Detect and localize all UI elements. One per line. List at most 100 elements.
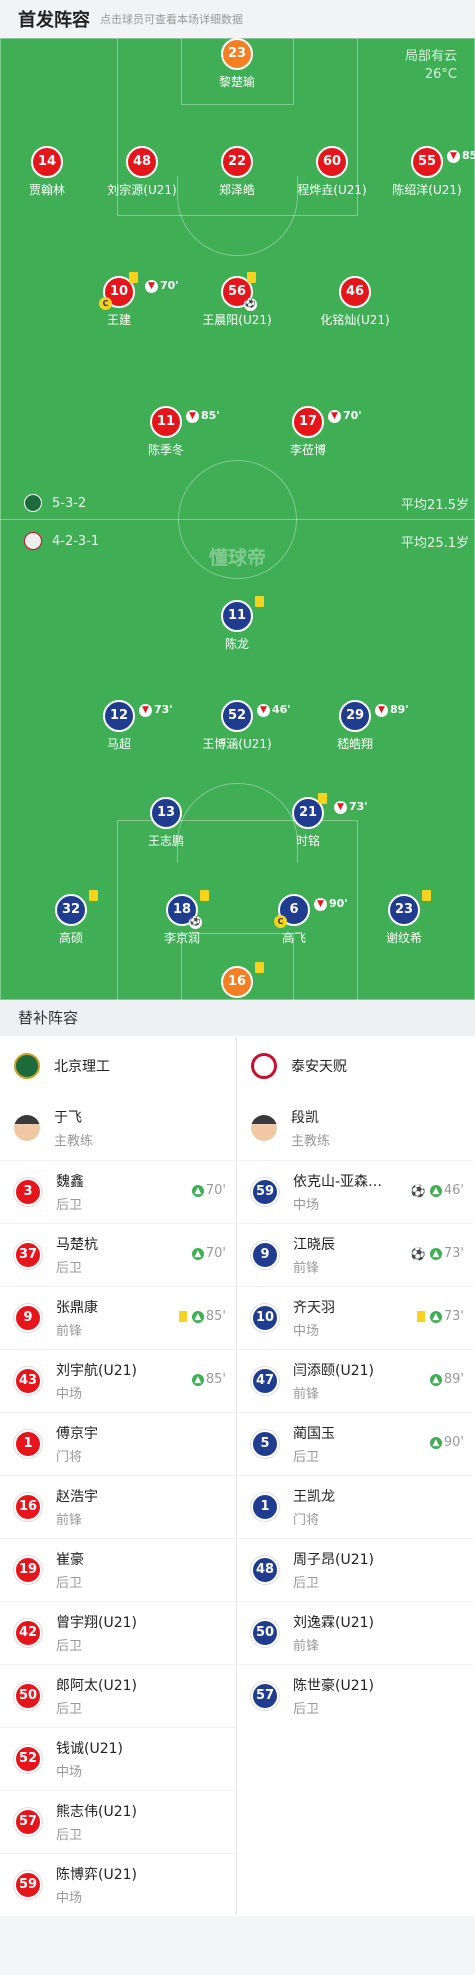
home-player[interactable]: 46 化铭灿(U21) <box>285 276 425 328</box>
away-player[interactable]: 23 谢纹希 <box>334 890 474 946</box>
sub-player-row[interactable]: 37 马楚杭 后卫 ▲ 70' <box>0 1223 236 1286</box>
away-formation: 4-2-3-1 <box>24 532 99 550</box>
sub-off-marker: ▼ 73' <box>334 793 368 821</box>
sub-player-name: 赵浩宇 <box>56 1489 98 1505</box>
sub-player-row[interactable]: 59 陈博弈(U21) 中场 <box>0 1853 236 1916</box>
sub-on-minute: 46' <box>443 1183 464 1198</box>
sub-on-minute: 90' <box>443 1435 464 1450</box>
sub-on-icon: ▲ <box>191 1310 204 1323</box>
sub-player-position: 后卫 <box>56 1639 83 1654</box>
sub-off-icon: ▼ <box>186 409 199 423</box>
sub-player-position: 前锋 <box>56 1513 83 1528</box>
away-player[interactable]: 29 ▼ 89' 嵇皓翔 <box>285 700 425 752</box>
sub-player-row[interactable]: 1 傅京宇 门将 <box>0 1412 236 1475</box>
player-number: 56 ⚽ <box>221 272 257 311</box>
away-player[interactable]: 21 ▼ 73' 时铭 <box>238 793 378 849</box>
sub-player-row[interactable]: 9 江晓辰 前锋 ⚽ ▲ 73' <box>237 1223 474 1286</box>
sub-off-icon: ▼ <box>328 409 341 423</box>
away-goalkeeper[interactable]: 16 王蒙 <box>167 962 307 1000</box>
sub-player-row[interactable]: 57 熊志伟(U21) 后卫 <box>0 1790 236 1853</box>
sub-player-row[interactable]: 10 齐天羽 中场 ▲ 73' <box>237 1286 474 1349</box>
sub-player-position: 后卫 <box>293 1576 320 1591</box>
coach-role: 主教练 <box>291 1134 331 1149</box>
player-number: 11 <box>221 596 264 632</box>
captain-icon: C <box>99 297 112 310</box>
sub-on-minute: 89' <box>443 1372 464 1387</box>
sub-player-number: 52 <box>14 1745 42 1773</box>
sub-player-number: 9 <box>14 1304 42 1332</box>
sub-player-name: 郎阿太(U21) <box>56 1678 137 1694</box>
player-number: 52 ▼ 46' <box>221 700 291 732</box>
sub-player-row[interactable]: 43 刘宇航(U21) 中场 ▲ 85' <box>0 1349 236 1412</box>
sub-player-position: 后卫 <box>293 1702 320 1717</box>
lineup-header: 首发阵容 点击球员可查看本场详细数据 <box>0 0 475 38</box>
sub-player-name: 熊志伟(U21) <box>56 1804 137 1820</box>
page-title: 首发阵容 <box>18 10 90 31</box>
sub-on-icon: ▲ <box>191 1373 204 1386</box>
sub-player-row[interactable]: 3 魏鑫 后卫 ▲ 70' <box>0 1160 236 1223</box>
sub-player-position: 门将 <box>56 1450 83 1465</box>
sub-player-row[interactable]: 47 闫添颐(U21) 前锋 ▲ 89' <box>237 1349 474 1412</box>
weather-info: 局部有云 26°C <box>405 48 457 84</box>
bottom-spacer <box>0 1916 475 1965</box>
sub-on-minute: 70' <box>205 1183 226 1198</box>
sub-player-name: 张鼎康 <box>56 1300 98 1316</box>
header-hint: 点击球员可查看本场详细数据 <box>100 13 243 26</box>
sub-player-position: 前锋 <box>56 1324 83 1339</box>
home-player[interactable]: 23 黎楚瑜 <box>167 38 307 90</box>
sub-player-row[interactable]: 52 钱诚(U21) 中场 <box>0 1727 236 1790</box>
home-coach-row[interactable]: 于飞 主教练 <box>0 1096 236 1160</box>
sub-player-row[interactable]: 1 王凯龙 门将 <box>237 1475 474 1538</box>
player-name: 陈绍洋(U21) <box>392 183 462 197</box>
sub-player-number: 19 <box>14 1556 42 1584</box>
sub-player-number: 16 <box>14 1493 42 1521</box>
sub-on-minute: 85' <box>205 1309 226 1324</box>
player-name: 黎楚瑜 <box>218 75 255 89</box>
sub-player-number: 50 <box>251 1619 279 1647</box>
sub-events: ▲ 73' <box>416 1309 464 1324</box>
goal-ball-icon: ⚽ <box>410 1183 426 1198</box>
home-player[interactable]: 55 ▼85' 陈绍洋(U21) <box>357 146 475 198</box>
away-coach-row[interactable]: 段凯 主教练 <box>237 1096 474 1160</box>
sub-player-row[interactable]: 5 蔺国玉 后卫 ▲ 90' <box>237 1412 474 1475</box>
sub-player-row[interactable]: 19 崔豪 后卫 <box>0 1538 236 1601</box>
sub-off-icon: ▼ <box>375 703 388 717</box>
sub-player-position: 后卫 <box>56 1828 83 1843</box>
home-team-row[interactable]: 北京理工 <box>0 1036 236 1096</box>
sub-player-name: 魏鑫 <box>56 1174 84 1190</box>
sub-player-position: 后卫 <box>56 1198 83 1213</box>
sub-player-name: 蔺国玉 <box>293 1426 335 1442</box>
home-formation: 5-3-2 <box>24 494 86 512</box>
weather-condition: 局部有云 <box>404 49 457 64</box>
sub-player-row[interactable]: 16 赵浩宇前锋 <box>0 1475 236 1538</box>
sub-player-row[interactable]: 59 依克山-亚森… 中场 ⚽ ▲ 46' <box>237 1160 474 1223</box>
sub-player-row[interactable]: 9 张鼎康前锋 ▲ 85' <box>0 1286 236 1349</box>
away-team-row[interactable]: 泰安天贶 <box>237 1036 474 1096</box>
sub-player-row[interactable]: 50 刘逸霖(U21) 前锋 <box>237 1601 474 1664</box>
sub-player-row[interactable]: 57 陈世豪(U21) 后卫 <box>237 1664 474 1727</box>
sub-events: ⚽ ▲ 73' <box>411 1246 464 1261</box>
player-number: 14 <box>31 146 63 178</box>
sub-off-marker: ▼ 89' <box>375 696 409 724</box>
home-player[interactable]: 11 ▼ 85' 陈季冬 <box>96 406 236 458</box>
player-number: 17 ▼ 70' <box>292 406 362 438</box>
away-player[interactable]: 11 陈龙 <box>167 596 307 652</box>
coach-name: 于飞 <box>54 1110 82 1126</box>
yellow-card-icon <box>318 793 327 804</box>
sub-player-row[interactable]: 50 郎阿太(U21) 后卫 <box>0 1664 236 1727</box>
captain-icon: C <box>274 915 287 928</box>
away-player[interactable]: 13 王志鹏 <box>96 797 236 849</box>
goal-ball-icon: ⚽ <box>244 298 257 311</box>
home-player[interactable]: 17 ▼ 70' 李莅博 <box>238 406 378 458</box>
sub-player-row[interactable]: 48 周子昂(U21) 后卫 <box>237 1538 474 1601</box>
sub-on-minute: 73' <box>443 1246 464 1261</box>
sub-player-number: 37 <box>14 1241 42 1269</box>
sub-player-name: 齐天羽 <box>293 1300 335 1316</box>
goal-ball-icon: ⚽ <box>410 1246 426 1261</box>
coach-name: 段凯 <box>291 1110 319 1126</box>
sub-off-marker: ▼85' <box>447 142 475 170</box>
player-name: 陈季冬 <box>147 443 184 457</box>
sub-off-icon: ▼ <box>139 703 152 717</box>
sub-player-row[interactable]: 42 曾宇翔(U21) 后卫 <box>0 1601 236 1664</box>
player-number: 48 <box>126 146 158 178</box>
